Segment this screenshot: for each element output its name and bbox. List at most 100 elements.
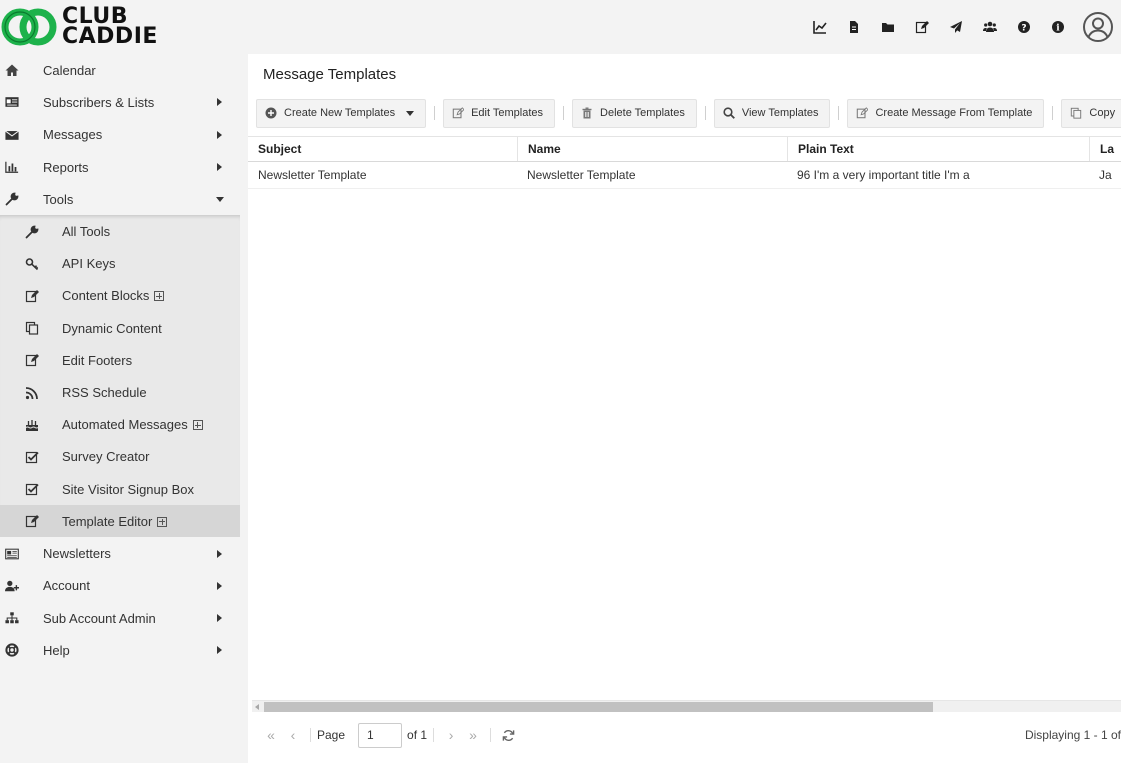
toolbar-separator [838,106,840,120]
column-header-subject[interactable]: Subject [248,137,517,161]
wrench-icon [3,190,21,208]
pager-separator [433,728,435,742]
sidebar: Calendar Subscribers & Lists Messages Re… [0,54,240,763]
sidebar-item-help[interactable]: Help [0,634,240,666]
cell-name: Newsletter Template [527,168,636,182]
top-bar: CLUB CADDIE ? i [0,0,1121,54]
submenu-item-site-visitor-signup-box[interactable]: Site Visitor Signup Box [0,473,240,505]
submenu-item-rss-schedule[interactable]: RSS Schedule [0,376,240,408]
caret-right-icon [217,614,222,623]
create-new-templates-label: Create New Templates [284,107,396,119]
submenu-item-content-blocks[interactable]: Content Blocks [0,280,240,312]
toolbar-separator [1052,106,1054,120]
display-info: Displaying 1 - 1 of [1024,728,1121,742]
sidebar-item-newsletters[interactable]: Newsletters [0,537,240,569]
edit-icon [452,107,465,119]
submenu-item-dynamic-content[interactable]: Dynamic Content [0,312,240,344]
expand-plus-icon[interactable] [192,420,203,431]
sidebar-item-account[interactable]: Account [0,570,240,602]
last-page-icon[interactable]: » [462,724,484,746]
first-page-icon[interactable]: « [260,724,282,746]
submenu-item-all-tools[interactable]: All Tools [0,215,240,247]
svg-text:?: ? [1021,23,1026,33]
sidebar-item-label: Account [43,578,90,594]
page-number-input[interactable] [358,722,403,748]
home-icon [3,61,21,79]
expand-plus-icon[interactable] [154,291,165,302]
table-row[interactable]: Newsletter Template Newsletter Template … [248,162,1121,189]
sidebar-item-label: Sub Account Admin [43,610,156,626]
club-caddie-logo[interactable]: CLUB CADDIE [0,4,158,50]
submenu-item-label: Site Visitor Signup Box [62,481,194,497]
info-icon[interactable]: i [1041,10,1075,44]
view-templates-button[interactable]: View Templates [713,98,831,128]
sidebar-item-sub-account-admin[interactable]: Sub Account Admin [0,602,240,634]
copy-button[interactable]: Copy [1061,98,1121,128]
user-avatar-icon[interactable] [1081,10,1115,44]
edit-icon [23,512,41,530]
column-header-plain-text[interactable]: Plain Text [787,137,1089,161]
scroll-left-icon[interactable] [255,704,259,710]
grid-toolbar: Create New Templates Edit Templates Dele… [256,98,1121,128]
toolbar-separator [434,106,436,120]
caret-down-icon [216,196,224,202]
cell-plain-text: 96 I'm a very important title I'm a [797,168,970,182]
sidebar-item-calendar[interactable]: Calendar [0,54,240,86]
check-square-icon [23,448,41,466]
create-new-templates-button[interactable]: Create New Templates [256,98,427,128]
page-count-label: of 1 [407,728,428,742]
paper-plane-icon[interactable] [939,10,973,44]
rss-icon [23,384,41,402]
previous-page-icon[interactable]: ‹ [282,724,304,746]
templates-grid: Subject Name Plain Text La Newsletter Te… [248,136,1121,189]
column-header-name[interactable]: Name [517,137,787,161]
submenu-item-api-keys[interactable]: API Keys [0,248,240,280]
caret-down-icon[interactable] [406,110,415,116]
submenu-item-label: RSS Schedule [62,385,147,401]
next-page-icon[interactable]: › [440,724,462,746]
expand-plus-icon[interactable] [157,516,168,527]
plus-circle-icon [265,107,277,119]
submenu-item-automated-messages[interactable]: Automated Messages [0,409,240,441]
address-card-icon [3,93,21,111]
sidebar-item-reports[interactable]: Reports [0,151,240,183]
edit-icon [23,351,41,369]
caret-right-icon [217,549,222,558]
pager-separator [490,728,492,742]
submenu-item-label: Survey Creator [62,449,150,465]
sidebar-item-subscribers-lists[interactable]: Subscribers & Lists [0,86,240,118]
page-label: Page [317,728,346,742]
horizontal-scrollbar[interactable] [252,700,1121,712]
toolbar-separator [704,106,706,120]
pagination-bar: « ‹ Page of 1 › » Displaying 1 - 1 of [248,720,1121,750]
users-icon[interactable] [973,10,1007,44]
refresh-icon[interactable] [497,724,519,746]
copy-icon [1071,107,1082,119]
column-header-last[interactable]: La [1089,137,1121,161]
submenu-item-survey-creator[interactable]: Survey Creator [0,441,240,473]
sidebar-item-messages[interactable]: Messages [0,119,240,151]
submenu-item-edit-footers[interactable]: Edit Footers [0,344,240,376]
sidebar-item-label: Messages [43,127,103,143]
scrollbar-thumb[interactable] [264,702,933,712]
sidebar-item-label: Newsletters [43,546,111,561]
question-icon[interactable]: ? [1007,10,1041,44]
create-message-from-template-button[interactable]: Create Message From Template [847,98,1045,128]
submenu-item-label: Edit Footers [62,352,133,368]
edit-icon[interactable] [905,10,939,44]
delete-templates-button[interactable]: Delete Templates [572,98,697,128]
submenu-item-label: Template Editor [62,513,153,529]
sidebar-item-label: Subscribers & Lists [43,94,155,110]
submenu-item-label: API Keys [62,256,116,272]
cell-last: Ja [1099,168,1112,182]
folder-icon[interactable] [871,10,905,44]
edit-templates-button[interactable]: Edit Templates [443,98,556,128]
chart-line-icon[interactable] [803,10,837,44]
submenu-item-template-editor[interactable]: Template Editor [0,505,240,538]
caret-right-icon [217,98,222,107]
file-icon[interactable] [837,10,871,44]
caret-right-icon [217,581,222,590]
sidebar-item-tools[interactable]: Tools [0,183,240,215]
message-templates-panel: Message Templates Create New Templates E… [248,54,1121,763]
newspaper-icon [3,545,21,563]
